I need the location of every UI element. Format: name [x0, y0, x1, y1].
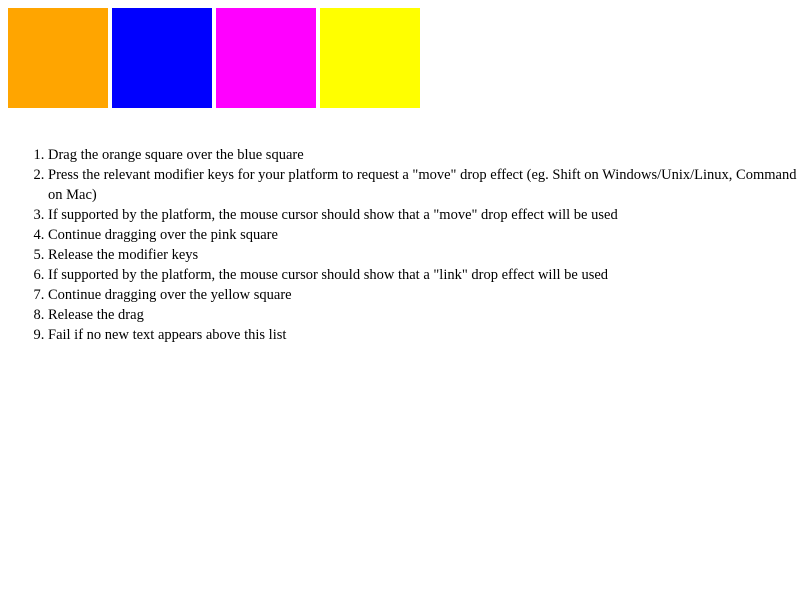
blue-square[interactable] [112, 8, 212, 108]
orange-square[interactable] [8, 8, 108, 108]
instruction-step-1: Drag the orange square over the blue squ… [48, 145, 800, 165]
instruction-step-5: Release the modifier keys [48, 245, 800, 265]
yellow-square[interactable] [320, 8, 420, 108]
pink-square[interactable] [216, 8, 316, 108]
instruction-step-6: If supported by the platform, the mouse … [48, 265, 800, 285]
instruction-step-3: If supported by the platform, the mouse … [48, 205, 800, 225]
instruction-step-7: Continue dragging over the yellow square [48, 285, 800, 305]
drag-drop-squares [8, 8, 428, 108]
instruction-step-4: Continue dragging over the pink square [48, 225, 800, 245]
instruction-step-8: Release the drag [48, 305, 800, 325]
instruction-step-9: Fail if no new text appears above this l… [48, 325, 800, 345]
instruction-step-2: Press the relevant modifier keys for you… [48, 165, 800, 205]
instruction-list: Drag the orange square over the blue squ… [8, 145, 800, 345]
